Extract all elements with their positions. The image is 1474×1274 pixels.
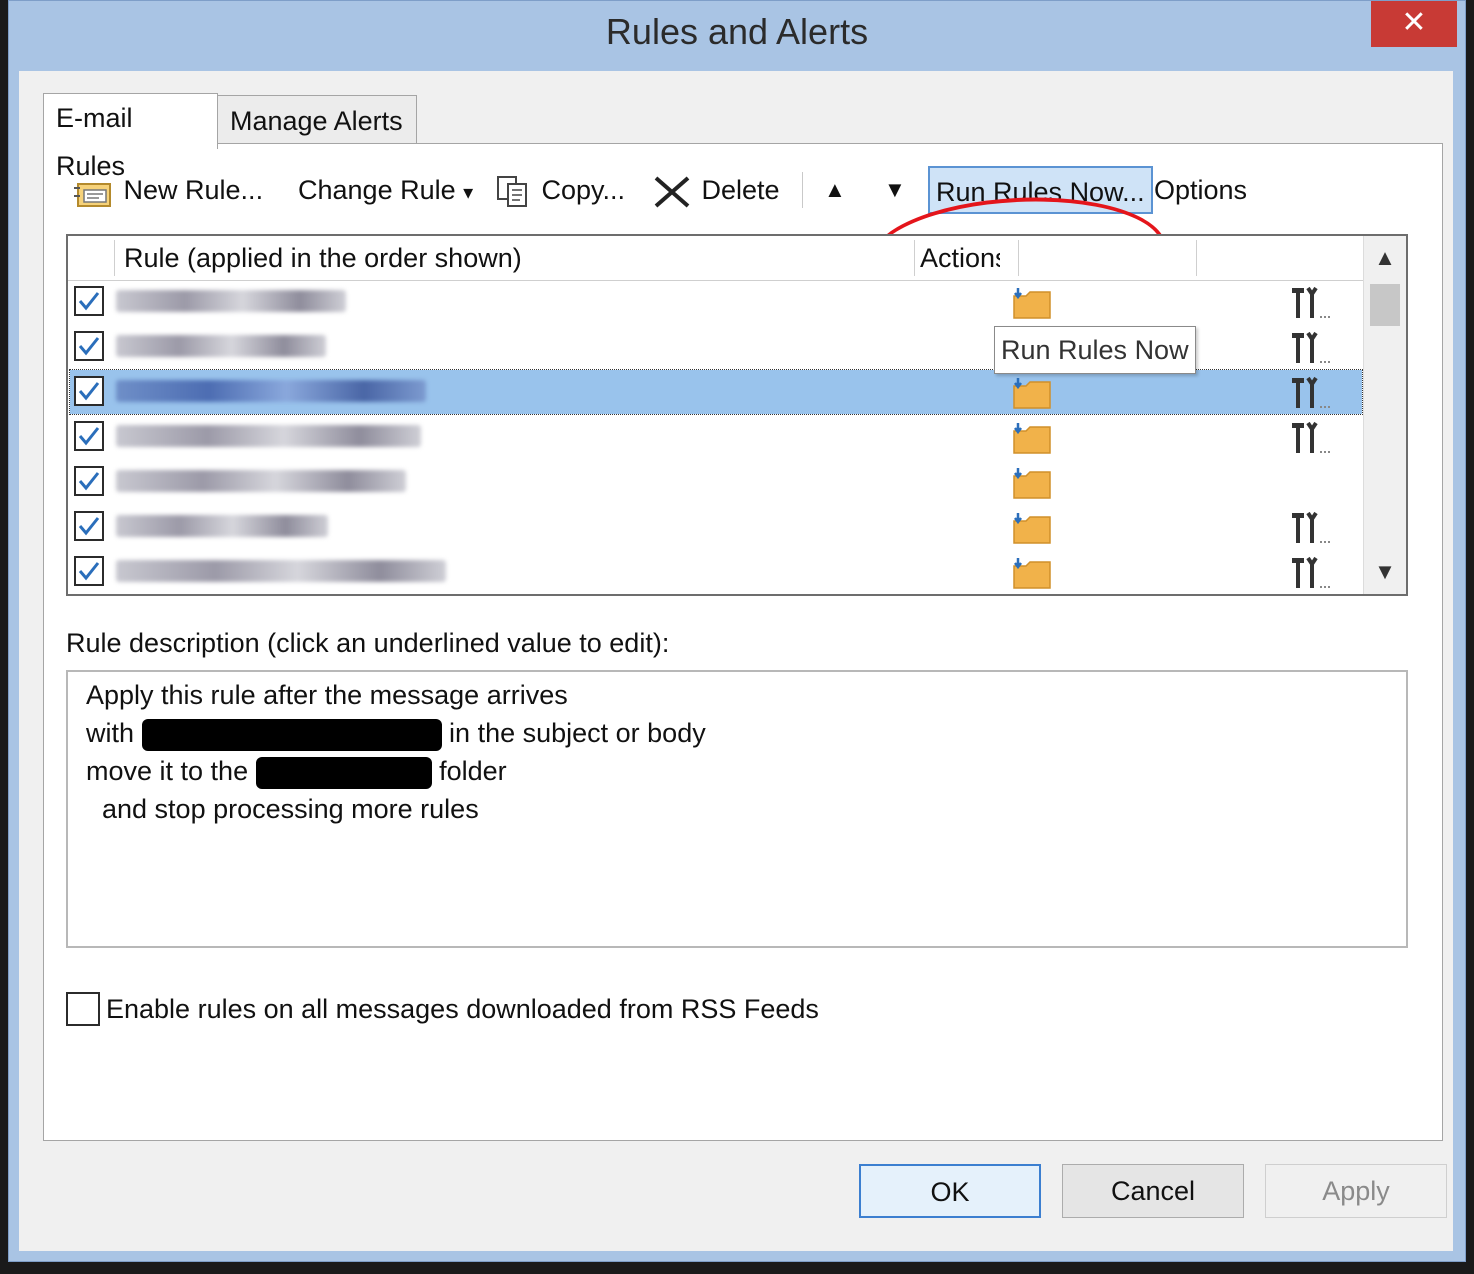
tab-manage-alerts[interactable]: Manage Alerts [217,95,417,145]
rule-enabled-checkbox[interactable] [74,286,104,316]
copy-icon [494,175,542,207]
scroll-down-button[interactable]: ▼ [1364,550,1406,594]
new-rule-label: New Rule... [123,175,264,205]
checkmark-icon [78,562,100,581]
run-rules-now-tooltip: Run Rules Now [994,326,1196,374]
redacted-rule-name [116,515,328,537]
redacted-folder-link[interactable] [255,756,432,789]
move-to-folder-icon [1010,556,1054,594]
rss-enable-checkbox[interactable] [66,992,100,1026]
column-separator [1196,240,1197,276]
options-button[interactable]: Options [1154,166,1247,214]
description-text: folder [439,756,507,786]
tools-icon [1290,554,1334,594]
table-row[interactable] [70,550,1362,594]
rules-and-alerts-window: Rules and Alerts ✕ E-mail Rules Manage A… [8,0,1466,1262]
copy-label: Copy... [541,175,626,205]
rules-list-scrollbar[interactable]: ▲ ▼ [1363,236,1406,594]
table-row[interactable] [70,280,1362,324]
chevron-down-icon: ▾ [463,182,474,204]
column-header-actions[interactable]: Actions [920,236,1000,280]
column-separator [1018,240,1019,276]
scroll-up-button[interactable]: ▲ [1364,236,1406,280]
column-header-rule[interactable]: Rule (applied in the order shown) [124,236,522,280]
delete-button[interactable]: Delete [650,166,780,214]
dialog-client-area: E-mail Rules Manage Alerts New Rule... C… [19,71,1453,1251]
rule-description-label: Rule description (click an underlined va… [66,628,670,658]
column-separator [114,240,115,276]
tools-icon [1290,419,1334,460]
description-line: and stop processing more rules [102,794,479,824]
close-button[interactable]: ✕ [1371,1,1457,47]
redacted-rule-name [116,425,421,447]
ok-button[interactable]: OK [859,1164,1041,1218]
table-row-selected[interactable] [69,369,1363,415]
checkmark-icon [78,337,100,356]
redacted-rule-name [116,290,346,312]
delete-x-icon [650,175,702,208]
rule-enabled-checkbox[interactable] [74,466,104,496]
description-line: Apply this rule after the message arrive… [86,680,568,710]
checkmark-icon [78,382,100,401]
tools-icon [1290,374,1334,415]
checkmark-icon [78,292,100,311]
description-text: with [86,718,135,748]
title-bar[interactable]: Rules and Alerts ✕ [9,1,1465,71]
delete-label: Delete [701,175,780,205]
cancel-button[interactable]: Cancel [1062,1164,1244,1218]
redacted-rule-name [116,335,326,357]
move-up-button[interactable]: ▲ [824,166,846,214]
run-rules-now-button[interactable]: Run Rules Now... [928,166,1153,214]
description-text: in the subject or body [449,718,706,748]
table-row[interactable] [70,460,1362,504]
scrollbar-thumb[interactable] [1370,284,1400,326]
checkmark-icon [78,472,100,491]
move-to-folder-icon [1010,376,1054,415]
redacted-keyword-link[interactable] [141,718,442,751]
apply-button[interactable]: Apply [1265,1164,1447,1218]
redacted-rule-name [116,470,406,492]
move-to-folder-icon [1010,511,1054,550]
rule-enabled-checkbox[interactable] [74,376,104,406]
move-to-folder-icon [1010,286,1054,325]
checkmark-icon [78,427,100,446]
move-to-folder-icon [1010,466,1054,505]
rule-description-box: Apply this rule after the message arrive… [66,670,1408,948]
table-row[interactable] [70,505,1362,549]
rules-list[interactable]: Rule (applied in the order shown) Action… [66,234,1408,596]
rss-enable-label[interactable]: Enable rules on all messages downloaded … [106,994,819,1025]
tools-icon [1290,284,1334,325]
tab-email-rules[interactable]: E-mail Rules [43,93,218,181]
change-rule-menu[interactable]: Change Rule ▾ [298,166,473,214]
table-row[interactable] [70,415,1362,459]
tools-icon [1290,509,1334,550]
tools-icon [1290,329,1334,370]
rules-list-header: Rule (applied in the order shown) Action… [68,236,1364,281]
column-separator [914,240,915,276]
toolbar-separator [802,172,803,208]
rule-enabled-checkbox[interactable] [74,556,104,586]
move-to-folder-icon [1010,421,1054,460]
checkmark-icon [78,517,100,536]
rules-toolbar: New Rule... Change Rule ▾ Copy... Delete… [64,166,1284,214]
description-text: move it to the [86,756,249,786]
description-line: move it to the folder [86,756,507,789]
copy-button[interactable]: Copy... [494,166,625,214]
move-down-button[interactable]: ▼ [884,166,906,214]
change-rule-label: Change Rule [298,175,456,205]
rule-enabled-checkbox[interactable] [74,331,104,361]
redacted-rule-name [116,380,426,402]
rule-enabled-checkbox[interactable] [74,511,104,541]
email-rules-panel: New Rule... Change Rule ▾ Copy... Delete… [43,143,1443,1141]
description-line: with in the subject or body [86,718,706,751]
redacted-rule-name [116,560,446,582]
window-title: Rules and Alerts [605,11,869,52]
rule-enabled-checkbox[interactable] [74,421,104,451]
